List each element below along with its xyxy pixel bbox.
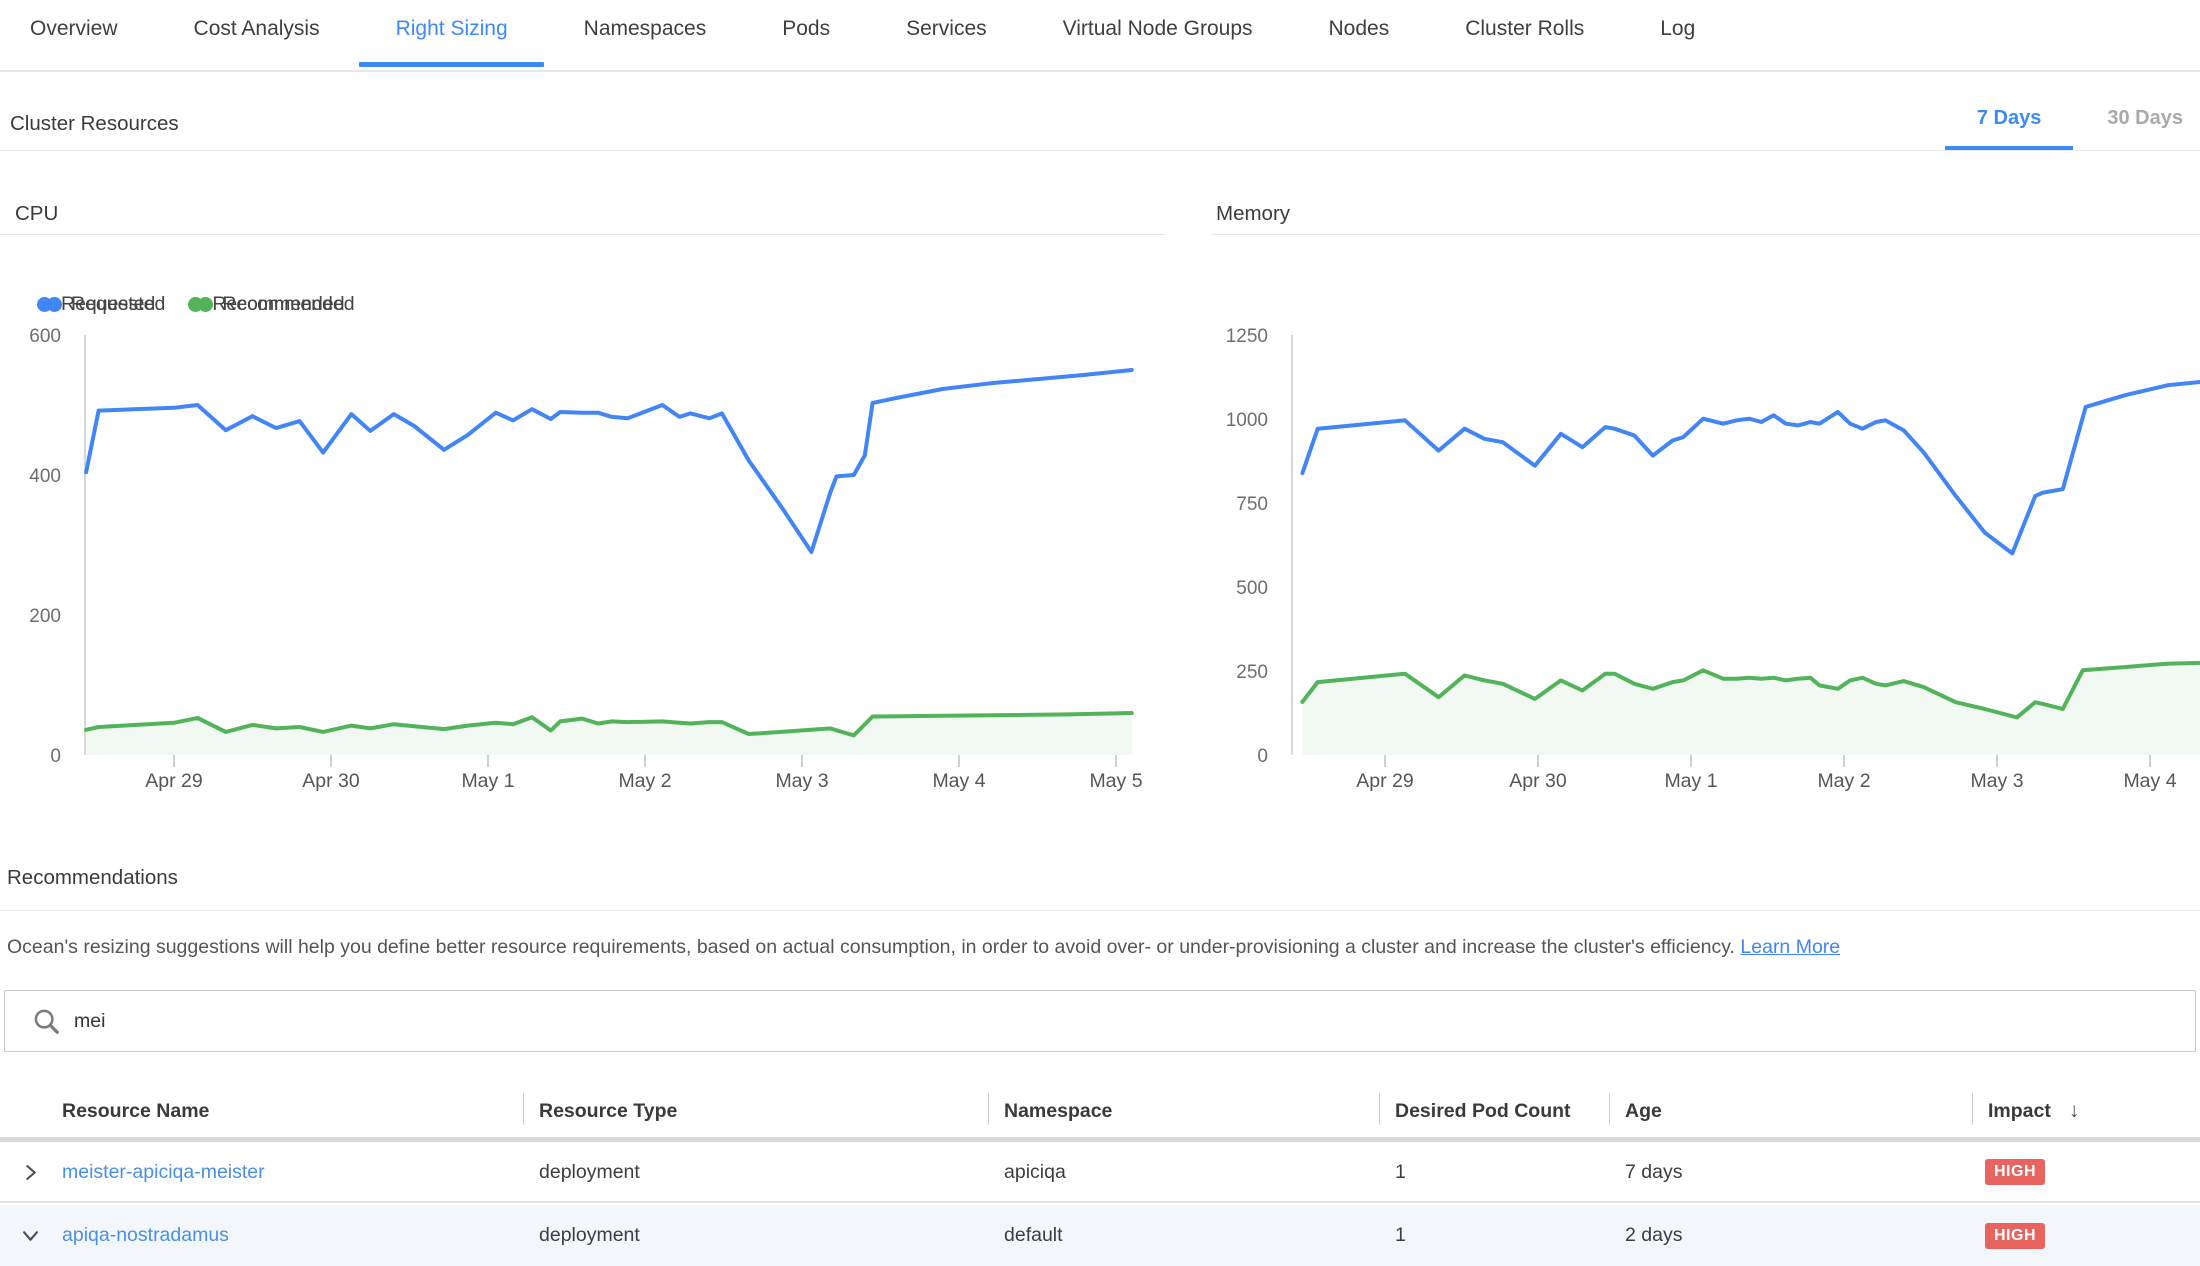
impact-high-badge: HIGH: [1985, 1159, 2045, 1185]
resource-search-box: [4, 990, 2196, 1052]
tab-log[interactable]: Log: [1660, 0, 1695, 70]
column-header-age[interactable]: Age: [1609, 1085, 1972, 1137]
collapse-row-button[interactable]: [0, 1227, 62, 1244]
desired-pod-count-cell: 1: [1379, 1224, 1609, 1247]
learn-more-link[interactable]: Learn More: [1740, 936, 1840, 958]
impact-high-badge: HIGH: [1985, 1223, 2045, 1249]
svg-text:May 5: May 5: [1089, 770, 1142, 792]
svg-text:600: 600: [29, 326, 61, 347]
svg-text:May 3: May 3: [775, 770, 828, 792]
chevron-right-icon: [22, 1164, 39, 1181]
memory-chart-legend: Requested Recommended: [37, 293, 345, 316]
cluster-resources-divider: [0, 150, 2200, 151]
svg-text:Apr 29: Apr 29: [145, 770, 202, 792]
resource-link[interactable]: meister-apiciqa-meister: [62, 1161, 265, 1183]
impact-cell: HIGH: [1972, 1159, 2200, 1185]
legend-requested-label: Requested: [61, 293, 155, 316]
memory-panel-divider: [1212, 234, 2200, 235]
svg-text:200: 200: [29, 606, 61, 627]
memory-chart-title: Memory: [1216, 202, 1290, 226]
namespace-cell: default: [988, 1224, 1379, 1247]
svg-text:May 4: May 4: [932, 770, 985, 792]
table-row: apiqa-nostradamus deployment default 1 2…: [0, 1205, 2200, 1266]
recommendations-table-header: Resource Name Resource Type Namespace De…: [0, 1085, 2200, 1142]
column-header-desired-pod-count[interactable]: Desired Pod Count: [1379, 1085, 1609, 1137]
resource-type-cell: deployment: [523, 1161, 988, 1184]
sort-descending-icon[interactable]: ↓: [2069, 1099, 2080, 1123]
memory-line-chart: 0 250 500 750 1000 1250 Apr 29 Apr 30 May 1 May 2…: [1212, 320, 2200, 798]
tab-cluster-rolls[interactable]: Cluster Rolls: [1465, 0, 1584, 70]
resource-link[interactable]: apiqa-nostradamus: [62, 1224, 229, 1246]
legend-recommended-label: Recommended: [212, 293, 344, 316]
time-range-toggle: 7 Days 30 Days: [1977, 107, 2183, 130]
tab-overview[interactable]: Overview: [30, 0, 118, 70]
svg-text:May 2: May 2: [1817, 770, 1870, 792]
legend-requested: Requested: [37, 293, 155, 316]
cpu-line-chart: 0 200 400 600 Apr 29 Apr 30 May 1 May 2 May 3 May…: [0, 320, 1165, 798]
resource-name-cell: meister-apiciqa-meister: [62, 1161, 523, 1184]
requested-dot-icon: [37, 297, 52, 312]
right-sizing-page: Overview Cost Analysis Right Sizing Name…: [0, 0, 2200, 1264]
cluster-resources-title: Cluster Resources: [10, 112, 179, 136]
svg-text:750: 750: [1236, 494, 1268, 515]
svg-text:400: 400: [29, 466, 61, 487]
header-spacer: [0, 1085, 62, 1137]
column-header-impact[interactable]: Impact ↓: [1972, 1085, 2200, 1137]
recommendations-description-text: Ocean's resizing suggestions will help y…: [7, 936, 1735, 958]
table-row: meister-apiciqa-meister deployment apici…: [0, 1143, 2200, 1203]
recommendations-divider: [0, 910, 2200, 911]
desired-pod-count-cell: 1: [1379, 1161, 1609, 1184]
tab-cost-analysis[interactable]: Cost Analysis: [194, 0, 320, 70]
recommendations-title: Recommendations: [7, 866, 178, 890]
svg-text:250: 250: [1236, 662, 1268, 683]
resource-name-cell: apiqa-nostradamus: [62, 1224, 523, 1247]
resource-search-input[interactable]: [74, 1010, 1974, 1033]
column-header-namespace[interactable]: Namespace: [988, 1085, 1379, 1137]
svg-text:May 1: May 1: [1664, 770, 1717, 792]
tab-namespaces[interactable]: Namespaces: [584, 0, 707, 70]
svg-text:Apr 29: Apr 29: [1356, 770, 1413, 792]
tab-nodes[interactable]: Nodes: [1329, 0, 1390, 70]
cpu-chart-title: CPU: [15, 202, 58, 226]
svg-text:1250: 1250: [1226, 326, 1268, 347]
svg-text:0: 0: [1257, 746, 1268, 767]
svg-text:0: 0: [50, 746, 61, 767]
svg-text:May 3: May 3: [1970, 770, 2023, 792]
tab-pods[interactable]: Pods: [782, 0, 830, 70]
age-cell: 7 days: [1609, 1161, 1972, 1184]
range-30-days[interactable]: 30 Days: [2107, 107, 2183, 130]
search-icon: [31, 1006, 61, 1036]
chevron-down-icon: [22, 1227, 39, 1244]
cpu-panel-divider: [0, 234, 1165, 235]
tab-services[interactable]: Services: [906, 0, 987, 70]
svg-text:500: 500: [1236, 578, 1268, 599]
age-cell: 2 days: [1609, 1224, 1972, 1247]
column-header-resource-name[interactable]: Resource Name: [62, 1085, 523, 1137]
expand-row-button[interactable]: [0, 1164, 62, 1181]
legend-recommended: Recommended: [188, 293, 344, 316]
impact-header-label: Impact: [1988, 1100, 2051, 1123]
recommended-dot-icon: [188, 297, 203, 312]
tab-right-sizing[interactable]: Right Sizing: [396, 0, 508, 70]
resource-type-cell: deployment: [523, 1224, 988, 1247]
svg-text:1000: 1000: [1226, 410, 1268, 431]
svg-text:May 4: May 4: [2123, 770, 2176, 792]
recommendations-description: Ocean's resizing suggestions will help y…: [7, 933, 2180, 961]
namespace-cell: apiciqa: [988, 1161, 1379, 1184]
top-tab-bar: Overview Cost Analysis Right Sizing Name…: [0, 0, 2200, 72]
impact-cell: HIGH: [1972, 1223, 2200, 1249]
tab-virtual-node-groups[interactable]: Virtual Node Groups: [1063, 0, 1253, 70]
svg-text:Apr 30: Apr 30: [1509, 770, 1567, 792]
range-7-days[interactable]: 7 Days: [1977, 107, 2042, 130]
svg-text:May 2: May 2: [618, 770, 671, 792]
svg-text:May 1: May 1: [461, 770, 514, 792]
column-header-resource-type[interactable]: Resource Type: [523, 1085, 988, 1137]
svg-text:Apr 30: Apr 30: [302, 770, 360, 792]
